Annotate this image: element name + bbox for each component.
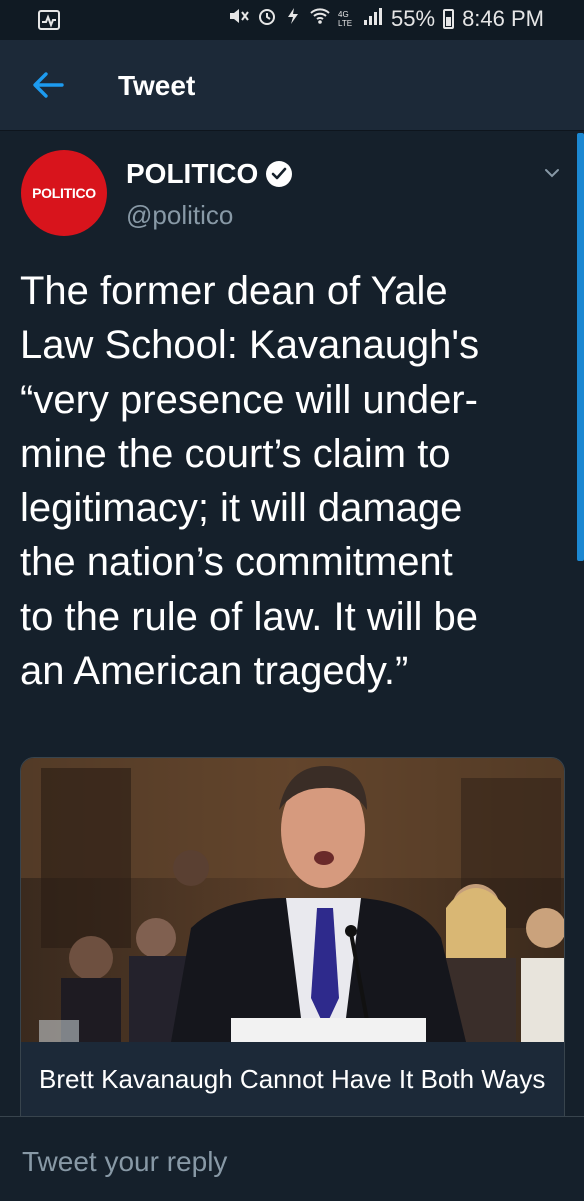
activity-icon [38, 10, 60, 35]
battery-percent: 55% [391, 6, 436, 31]
data-saver-icon [284, 6, 302, 32]
arrow-left-icon[interactable] [30, 70, 66, 100]
author-handle[interactable]: @politico [126, 200, 233, 231]
scrollbar[interactable] [577, 133, 584, 561]
card-title: Brett Kavanaugh Cannot Have It Both Ways [39, 1064, 546, 1094]
author-name-row[interactable]: POLITICO [126, 158, 293, 190]
status-indicators: 4G LTE 55% 8:46 PM [228, 6, 544, 32]
card-image [21, 758, 564, 1043]
network-type-icon: 4G LTE [338, 10, 353, 28]
app-bar: Tweet [0, 40, 584, 131]
reply-bar [0, 1116, 584, 1201]
reply-input[interactable] [20, 1141, 564, 1183]
avatar-logo-text: POLITICO [32, 185, 96, 201]
link-card[interactable]: Brett Kavanaugh Cannot Have It Both Ways [20, 757, 565, 1139]
author-name: POLITICO [126, 158, 259, 189]
page-title: Tweet [118, 70, 196, 101]
chevron-down-icon[interactable] [544, 166, 560, 178]
clock: 8:46 PM [462, 6, 544, 31]
mute-icon [228, 6, 250, 32]
verified-badge-icon [266, 161, 293, 187]
status-bar: 4G LTE 55% 8:46 PM [0, 0, 584, 40]
alarm-icon [257, 6, 277, 32]
wifi-icon [309, 6, 331, 32]
signal-icon [363, 6, 383, 32]
avatar[interactable]: POLITICO [21, 150, 107, 236]
battery-icon [443, 9, 455, 29]
tweet-text: The former dean of Yale Law School: Kava… [20, 269, 480, 694]
